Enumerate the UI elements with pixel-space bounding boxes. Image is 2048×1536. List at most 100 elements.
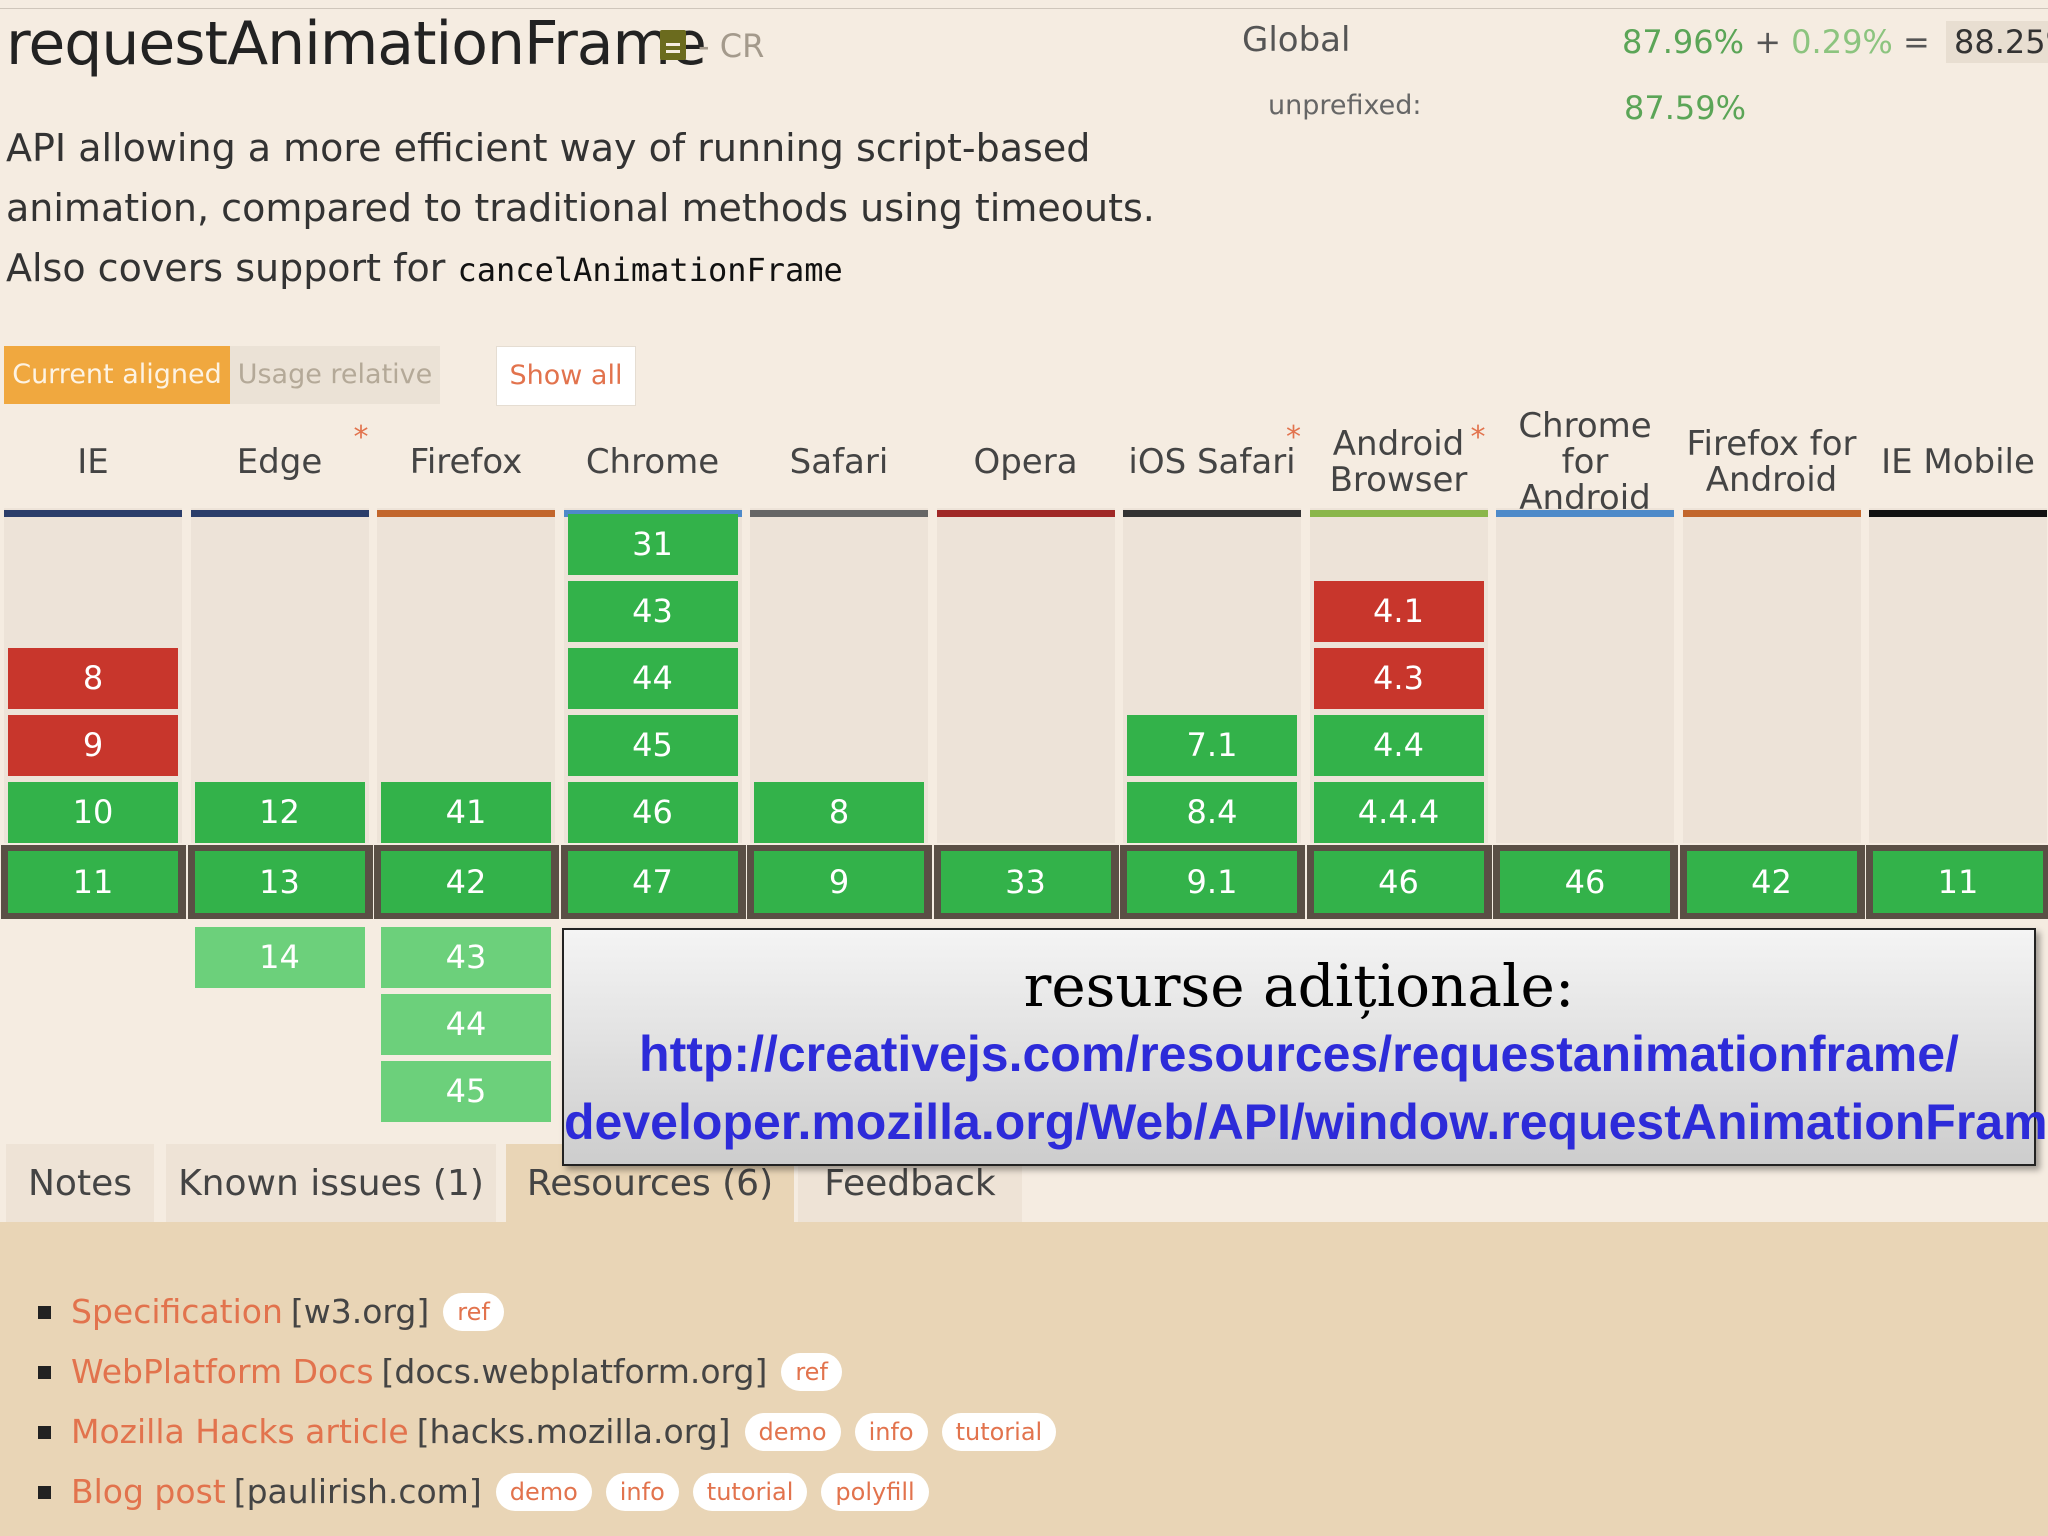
- resource-tag-demo[interactable]: demo: [495, 1473, 592, 1511]
- browser-name-text: Chrome for Android: [1518, 406, 1652, 518]
- browser-header-firefox-for-android[interactable]: Firefox for Android: [1682, 420, 1861, 517]
- resource-link-mozilla-hacks-article[interactable]: Mozilla Hacks article: [71, 1410, 409, 1454]
- show-all-button[interactable]: Show all: [496, 346, 636, 406]
- version-cell-android-browser-4-4[interactable]: 4.4: [1313, 715, 1484, 776]
- version-cell-android-browser-4-1[interactable]: 4.1: [1313, 581, 1484, 642]
- version-cell-ie-9[interactable]: 9: [8, 715, 178, 776]
- current-version-cell-opera[interactable]: 33: [940, 851, 1111, 913]
- version-cell-chrome-44[interactable]: 44: [567, 648, 738, 709]
- resource-link-blog-post[interactable]: Blog post: [71, 1470, 226, 1514]
- resource-domain: [w3.org]: [290, 1292, 430, 1331]
- browser-header-android-browser[interactable]: Android Browser *: [1309, 420, 1488, 517]
- resource-tag-info[interactable]: info: [605, 1473, 679, 1511]
- current-version-cell-firefox[interactable]: 42: [381, 851, 551, 913]
- version-cell-ie-10[interactable]: 10: [8, 782, 178, 843]
- browser-name-text: iOS Safari: [1128, 442, 1296, 482]
- resource-tag-info[interactable]: info: [854, 1413, 928, 1451]
- version-cell-android-browser-4-4-4[interactable]: 4.4.4: [1313, 782, 1484, 843]
- usage-relative-button[interactable]: Usage relative: [230, 346, 440, 404]
- browser-name-ie-mobile: IE Mobile: [1869, 420, 2047, 504]
- browser-name-ie: IE: [4, 420, 182, 504]
- current-version-cell-android-browser[interactable]: 46: [1313, 851, 1484, 913]
- browser-name-opera: Opera: [937, 420, 1115, 504]
- browser-header-ie[interactable]: IE: [4, 420, 182, 517]
- browser-color-bar: [190, 510, 369, 517]
- current-version-cell-ie[interactable]: 11: [8, 851, 178, 913]
- version-cell-ios-safari-7-1[interactable]: 7.1: [1127, 715, 1297, 776]
- version-cell-ios-safari-8-4[interactable]: 8.4: [1127, 782, 1297, 843]
- browser-name-safari: Safari: [750, 420, 928, 504]
- resource-link-specification[interactable]: Specification: [71, 1290, 283, 1334]
- browser-name-text: Android Browser: [1329, 424, 1468, 500]
- asterisk-note-icon[interactable]: *: [1286, 420, 1301, 456]
- current-version-cell-chrome[interactable]: 47: [567, 851, 738, 913]
- column-bg-firefox-for-android: [1682, 508, 1861, 843]
- resource-tag-demo[interactable]: demo: [744, 1413, 841, 1451]
- callout-link-mdn[interactable]: developer.mozilla.org/Web/API/window.req…: [564, 1088, 2048, 1156]
- version-cell-ie-8[interactable]: 8: [8, 648, 178, 709]
- browser-name-firefox-for-android: Firefox for Android: [1683, 420, 1861, 504]
- resource-tag-ref[interactable]: ref: [781, 1353, 842, 1391]
- resource-tag-ref[interactable]: ref: [443, 1293, 504, 1331]
- resource-item: Blog post [paulirish.com] demo info tutorial…: [38, 1470, 929, 1514]
- resource-link-webplatform-docs[interactable]: WebPlatform Docs: [71, 1350, 374, 1394]
- current-version-cell-firefox-for-android[interactable]: 42: [1686, 851, 1857, 913]
- version-cell-edge-12[interactable]: 12: [194, 782, 365, 843]
- resource-tag-polyfill[interactable]: polyfill: [821, 1473, 929, 1511]
- browser-header-chrome[interactable]: Chrome: [563, 420, 742, 517]
- global-equals: =: [1903, 23, 1930, 61]
- asterisk-note-icon[interactable]: *: [354, 420, 369, 456]
- feature-description: API allowing a more efficient way of run…: [6, 118, 1206, 300]
- browser-header-edge[interactable]: Edge *: [190, 420, 369, 517]
- version-cell-android-browser-4-3[interactable]: 4.3: [1313, 648, 1484, 709]
- browser-header-opera[interactable]: Opera: [936, 420, 1115, 517]
- current-version-cell-chrome-for-android[interactable]: 46: [1500, 851, 1670, 913]
- version-cell-safari-8[interactable]: 8: [754, 782, 924, 843]
- browser-header-ios-safari[interactable]: iOS Safari *: [1123, 420, 1301, 517]
- feature-title: requestAnimationFrame: [6, 9, 707, 79]
- global-plus: +: [1754, 23, 1781, 61]
- browser-name-text: Firefox for Android: [1686, 424, 1857, 500]
- browser-header-safari[interactable]: Safari: [750, 420, 928, 517]
- browser-header-firefox[interactable]: Firefox: [377, 420, 555, 517]
- version-cell-firefox-41[interactable]: 41: [381, 782, 551, 843]
- browser-name-firefox: Firefox: [377, 420, 555, 504]
- future-version-cell-edge-14[interactable]: 14: [194, 927, 365, 988]
- additional-resources-callout: resurse adiționale: http://creativejs.co…: [562, 928, 2048, 1166]
- tab-known-issues[interactable]: Known issues (1): [166, 1144, 496, 1224]
- browser-name-chrome: Chrome: [564, 420, 742, 504]
- column-bg-chrome-for-android: [1496, 508, 1674, 843]
- browser-name-text: Edge: [236, 442, 323, 482]
- version-cell-chrome-43[interactable]: 43: [567, 581, 738, 642]
- current-version-cell-safari[interactable]: 9: [754, 851, 924, 913]
- current-version-cell-ie-mobile[interactable]: 11: [1873, 851, 2043, 913]
- browser-color-bar: [750, 510, 928, 517]
- spec-document-icon[interactable]: [660, 30, 686, 60]
- resource-domain: [docs.webplatform.org]: [381, 1352, 768, 1391]
- callout-link-creativejs[interactable]: http://creativejs.com/resources/requesta…: [564, 1020, 2034, 1088]
- version-cell-chrome-31[interactable]: 31: [567, 514, 738, 575]
- current-version-cell-edge[interactable]: 13: [194, 851, 365, 913]
- resource-domain: [paulirish.com]: [233, 1472, 482, 1511]
- description-code: cancelAnimationFrame: [457, 251, 843, 289]
- resource-tag-tutorial[interactable]: tutorial: [941, 1413, 1057, 1451]
- global-partial: 0.29%: [1791, 23, 1893, 61]
- future-version-cell-firefox-43[interactable]: 43: [381, 927, 551, 988]
- version-cell-chrome-46[interactable]: 46: [567, 782, 738, 843]
- future-version-cell-firefox-44[interactable]: 44: [381, 994, 551, 1055]
- column-bg-ie-mobile: [1869, 508, 2047, 843]
- resource-item: Specification [w3.org] ref: [38, 1290, 504, 1334]
- current-aligned-button[interactable]: Current aligned: [4, 346, 230, 404]
- current-version-cell-ios-safari[interactable]: 9.1: [1127, 851, 1297, 913]
- browser-name-ios-safari: iOS Safari: [1123, 420, 1301, 504]
- asterisk-note-icon[interactable]: *: [1471, 420, 1486, 456]
- browser-color-bar: [936, 510, 1115, 517]
- tab-notes[interactable]: Notes: [6, 1144, 154, 1224]
- spec-status[interactable]: - CR: [698, 28, 764, 64]
- resource-tag-tutorial[interactable]: tutorial: [692, 1473, 808, 1511]
- version-cell-chrome-45[interactable]: 45: [567, 715, 738, 776]
- browser-header-chrome-for-android[interactable]: Chrome for Android: [1496, 408, 1674, 517]
- future-version-cell-firefox-45[interactable]: 45: [381, 1061, 551, 1122]
- browser-header-ie-mobile[interactable]: IE Mobile: [1869, 420, 2047, 517]
- browser-name-text: Firefox: [409, 442, 523, 482]
